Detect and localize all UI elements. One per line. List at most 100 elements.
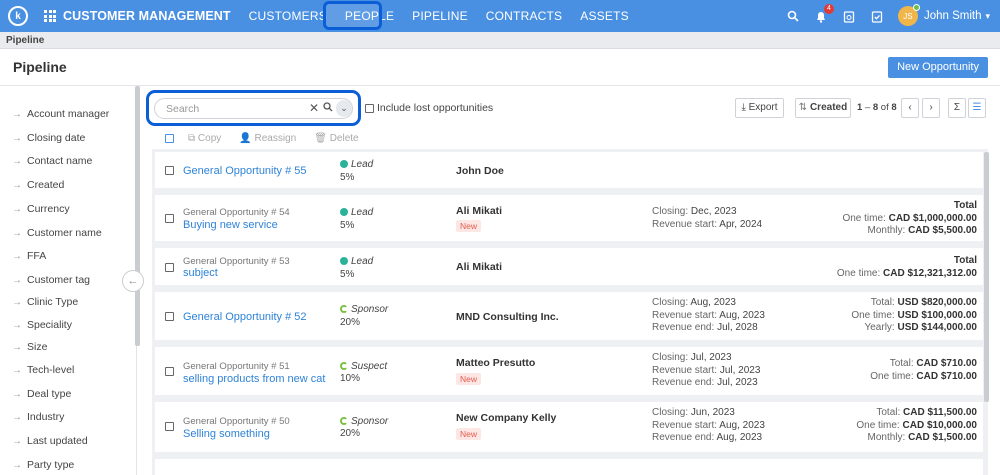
- close-icon[interactable]: ✕: [309, 101, 319, 115]
- delete-button[interactable]: 🗑 Delete: [314, 133, 358, 144]
- contact-name[interactable]: New Company Kelly: [456, 412, 556, 424]
- opportunity-name[interactable]: General Opportunity # 55: [183, 165, 307, 177]
- filter-party-type[interactable]: → Party type: [12, 459, 74, 471]
- nav-customers[interactable]: CUSTOMERS: [249, 9, 327, 23]
- filter-customer-tag[interactable]: → Customer tag: [12, 274, 90, 286]
- task-check-icon[interactable]: [870, 9, 884, 23]
- filter-created[interactable]: → Created: [12, 179, 64, 191]
- probability: 5%: [340, 172, 355, 183]
- table-row[interactable]: [155, 459, 983, 475]
- total-value: CAD $1,500.00: [908, 432, 977, 443]
- table-row[interactable]: General Opportunity # 55 Lead 5% John Do…: [155, 152, 983, 188]
- filter-clinic-type[interactable]: → Clinic Type: [12, 296, 78, 308]
- filter-industry[interactable]: → Industry: [12, 411, 64, 423]
- revenue-end-value: Aug, 2023: [716, 432, 763, 443]
- include-lost-checkbox[interactable]: [365, 104, 374, 113]
- contact-name[interactable]: Ali Mikati: [456, 205, 502, 217]
- bell-icon[interactable]: 4: [814, 4, 834, 23]
- closing-label: Closing:: [652, 352, 689, 363]
- revenue-start-value: Apr, 2024: [719, 218, 763, 230]
- app-title[interactable]: CUSTOMER MANAGEMENT: [63, 9, 231, 23]
- total-label: One time:: [851, 309, 895, 321]
- revenue-end-value: Jul, 2023: [717, 377, 758, 388]
- opportunity-name[interactable]: Buying new service: [183, 219, 278, 231]
- table-row[interactable]: General Opportunity # 51 selling product…: [155, 347, 983, 395]
- next-page-chevron-right-icon[interactable]: ›: [922, 98, 940, 118]
- sidebar-scrollbar[interactable]: [135, 86, 140, 346]
- nav-contracts[interactable]: CONTRACTS: [486, 9, 562, 23]
- select-all-checkbox[interactable]: [165, 134, 174, 143]
- stage: Sponsor: [340, 304, 388, 315]
- apps-grid-icon[interactable]: [44, 10, 56, 22]
- stage-plus-icon: [340, 208, 348, 216]
- dates: Closing: Jul, 2023 Revenue start: Jul, 2…: [652, 352, 760, 390]
- sum-icon[interactable]: Σ: [948, 98, 966, 118]
- opportunity-name[interactable]: subject: [183, 267, 218, 279]
- filter-closing-date[interactable]: → Closing date: [12, 132, 85, 144]
- app-logo[interactable]: k: [8, 6, 28, 26]
- table-row[interactable]: General Opportunity # 52 Sponsor 20% MND…: [155, 292, 983, 340]
- opportunity-name[interactable]: Selling something: [183, 428, 270, 440]
- filter-last-updated[interactable]: → Last updated: [12, 435, 88, 447]
- list-scrollbar[interactable]: [984, 152, 989, 402]
- row-checkbox[interactable]: [165, 214, 174, 223]
- total-value: CAD $710.00: [916, 358, 977, 369]
- row-checkbox[interactable]: [165, 367, 174, 376]
- breadcrumb: Pipeline: [0, 32, 1000, 49]
- filter-size[interactable]: → Size: [12, 341, 47, 353]
- collapse-sidebar-arrow-left-icon[interactable]: ←: [122, 270, 144, 292]
- revenue-end-label: Revenue end:: [652, 432, 715, 443]
- filter-label: Size: [27, 341, 48, 353]
- copy-button[interactable]: ⧉ Copy: [188, 133, 221, 144]
- new-badge: New: [456, 373, 482, 385]
- search-icon[interactable]: [323, 102, 333, 115]
- contact-name[interactable]: John Doe: [456, 165, 504, 177]
- contact-name[interactable]: Ali Mikati: [456, 261, 502, 273]
- row-checkbox[interactable]: [165, 166, 174, 175]
- user-name[interactable]: John Smith: [924, 10, 982, 22]
- arrow-right-icon: →: [12, 204, 22, 215]
- sort-icon: ⇅: [798, 102, 808, 113]
- dates: Closing: Dec, 2023 Revenue start: Apr, 2…: [652, 206, 762, 231]
- page-header: Pipeline New Opportunity: [0, 49, 1000, 86]
- nav-pipeline[interactable]: PIPELINE: [412, 9, 468, 23]
- filter-contact-name[interactable]: → Contact name: [12, 155, 92, 167]
- row-checkbox[interactable]: [165, 422, 174, 431]
- table-row[interactable]: General Opportunity # 50 Selling somethi…: [155, 402, 983, 452]
- row-checkbox[interactable]: [165, 312, 174, 321]
- opportunity-name[interactable]: General Opportunity # 52: [183, 311, 307, 323]
- opportunity-number: General Opportunity # 53: [183, 256, 290, 267]
- contact-name[interactable]: Matteo Presutto: [456, 357, 535, 369]
- filter-ffa[interactable]: → FFA: [12, 250, 46, 262]
- prev-page-chevron-left-icon[interactable]: ‹: [901, 98, 919, 118]
- new-opportunity-button[interactable]: New Opportunity: [888, 57, 988, 78]
- row-checkbox[interactable]: [165, 263, 174, 272]
- dates: Closing: Aug, 2023 Revenue start: Aug, 2…: [652, 297, 765, 335]
- reassign-button[interactable]: 👤 Reassign: [239, 133, 296, 144]
- online-status-dot: [912, 4, 920, 11]
- avatar[interactable]: JS: [897, 4, 920, 26]
- clipboard-clock-icon[interactable]: [842, 9, 856, 23]
- search-icon[interactable]: [786, 9, 800, 23]
- filter-deal-type[interactable]: → Deal type: [12, 388, 71, 400]
- table-row[interactable]: General Opportunity # 53 subject Lead 5%…: [155, 248, 983, 285]
- chevron-down-icon[interactable]: ⌄: [336, 100, 352, 117]
- filter-currency[interactable]: → Currency: [12, 203, 70, 215]
- probability: 5%: [340, 269, 355, 280]
- search-input[interactable]: Search ✕ ⌄: [154, 98, 353, 119]
- export-button[interactable]: ⤓ Export: [735, 98, 784, 118]
- include-lost-label[interactable]: Include lost opportunities: [377, 102, 493, 114]
- total-value: USD $144,000.00: [897, 322, 977, 333]
- table-row[interactable]: General Opportunity # 54 Buying new serv…: [155, 195, 983, 241]
- nav-assets[interactable]: ASSETS: [580, 9, 629, 23]
- filter-tech-level[interactable]: → Tech-level: [12, 364, 74, 376]
- list-view-icon[interactable]: ☰: [968, 98, 986, 118]
- closing-value: Aug, 2023: [690, 297, 736, 308]
- filter-account-manager[interactable]: → Account manager: [12, 108, 109, 120]
- sort-button[interactable]: ⇅ Created: [795, 98, 851, 118]
- contact-name[interactable]: MND Consulting Inc.: [456, 311, 559, 323]
- chevron-down-icon[interactable]: ▾: [985, 11, 990, 22]
- filter-customer-name[interactable]: → Customer name: [12, 227, 102, 239]
- filter-speciality[interactable]: → Speciality: [12, 319, 72, 331]
- opportunity-name[interactable]: selling products from new cat: [183, 373, 325, 385]
